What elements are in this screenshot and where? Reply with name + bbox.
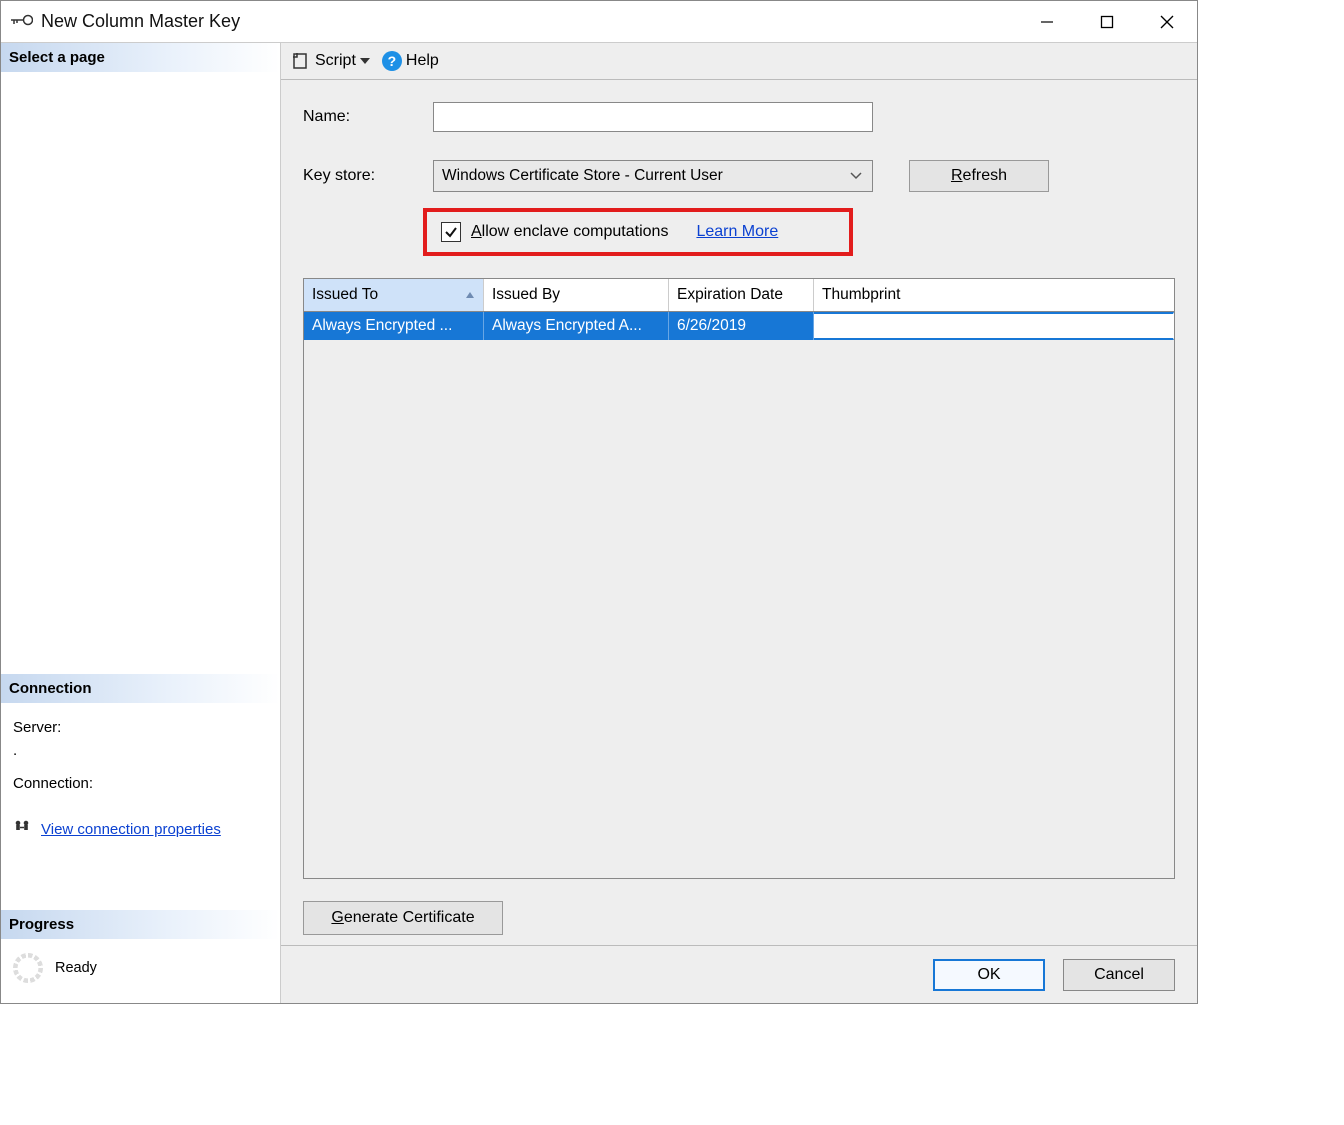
name-label: Name:	[303, 108, 411, 126]
maximize-button[interactable]	[1077, 1, 1137, 42]
titlebar: New Column Master Key	[1, 1, 1197, 43]
table-row[interactable]: Always Encrypted ... Always Encrypted A.…	[304, 312, 1174, 340]
sidebar: Select a page Connection Server: . Conne…	[1, 43, 281, 1003]
chevron-down-icon	[360, 57, 370, 65]
keystore-value: Windows Certificate Store - Current User	[442, 167, 723, 185]
certificates-grid: Issued To Issued By Expiration Date Thum…	[303, 278, 1175, 879]
dialog-footer: OK Cancel	[281, 945, 1197, 1003]
key-icon	[11, 13, 33, 31]
cell-issued-by: Always Encrypted A...	[484, 312, 669, 340]
chevron-down-icon	[850, 167, 862, 185]
column-header-expiration[interactable]: Expiration Date	[669, 279, 814, 311]
column-header-issued-by[interactable]: Issued By	[484, 279, 669, 311]
window-title: New Column Master Key	[41, 11, 240, 32]
main-panel: Script ? Help Name: Key store: Windows C…	[281, 43, 1197, 1003]
script-label: Script	[315, 52, 356, 70]
toolbar: Script ? Help	[281, 43, 1197, 80]
help-icon: ?	[382, 51, 402, 71]
script-dropdown[interactable]: Script	[291, 51, 370, 71]
progress-status: Ready	[55, 960, 97, 976]
server-value: .	[13, 742, 268, 769]
ok-button[interactable]: OK	[933, 959, 1045, 991]
column-header-issued-to[interactable]: Issued To	[304, 279, 484, 311]
view-connection-properties-link[interactable]: View connection properties	[41, 821, 221, 838]
sidebar-header-progress: Progress	[1, 910, 280, 939]
allow-enclave-checkbox[interactable]	[441, 222, 461, 242]
learn-more-link[interactable]: Learn More	[696, 223, 778, 241]
cell-issued-to: Always Encrypted ...	[304, 312, 484, 340]
connection-label: Connection:	[13, 769, 268, 798]
keystore-select[interactable]: Windows Certificate Store - Current User	[433, 160, 873, 192]
keystore-label: Key store:	[303, 167, 411, 185]
help-label: Help	[406, 52, 439, 70]
progress-spinner-icon	[13, 953, 43, 983]
sidebar-header-select-page: Select a page	[1, 43, 280, 72]
server-label: Server:	[13, 713, 268, 742]
help-button[interactable]: ? Help	[382, 51, 439, 71]
cell-expiration: 6/26/2019	[669, 312, 814, 340]
minimize-button[interactable]	[1017, 1, 1077, 42]
allow-enclave-label: Allow enclave computations	[471, 223, 668, 241]
connection-icon	[13, 818, 33, 840]
sort-asc-icon	[465, 291, 475, 299]
close-button[interactable]	[1137, 1, 1197, 42]
cancel-button[interactable]: Cancel	[1063, 959, 1175, 991]
generate-certificate-button[interactable]: Generate Certificate	[303, 901, 503, 935]
refresh-button[interactable]: Refresh	[909, 160, 1049, 192]
enclave-highlight-box: Allow enclave computations Learn More	[423, 208, 853, 256]
sidebar-header-connection: Connection	[1, 674, 280, 703]
column-header-thumbprint[interactable]: Thumbprint	[814, 279, 1174, 311]
name-input[interactable]	[433, 102, 873, 132]
cell-thumbprint[interactable]	[814, 312, 1174, 340]
